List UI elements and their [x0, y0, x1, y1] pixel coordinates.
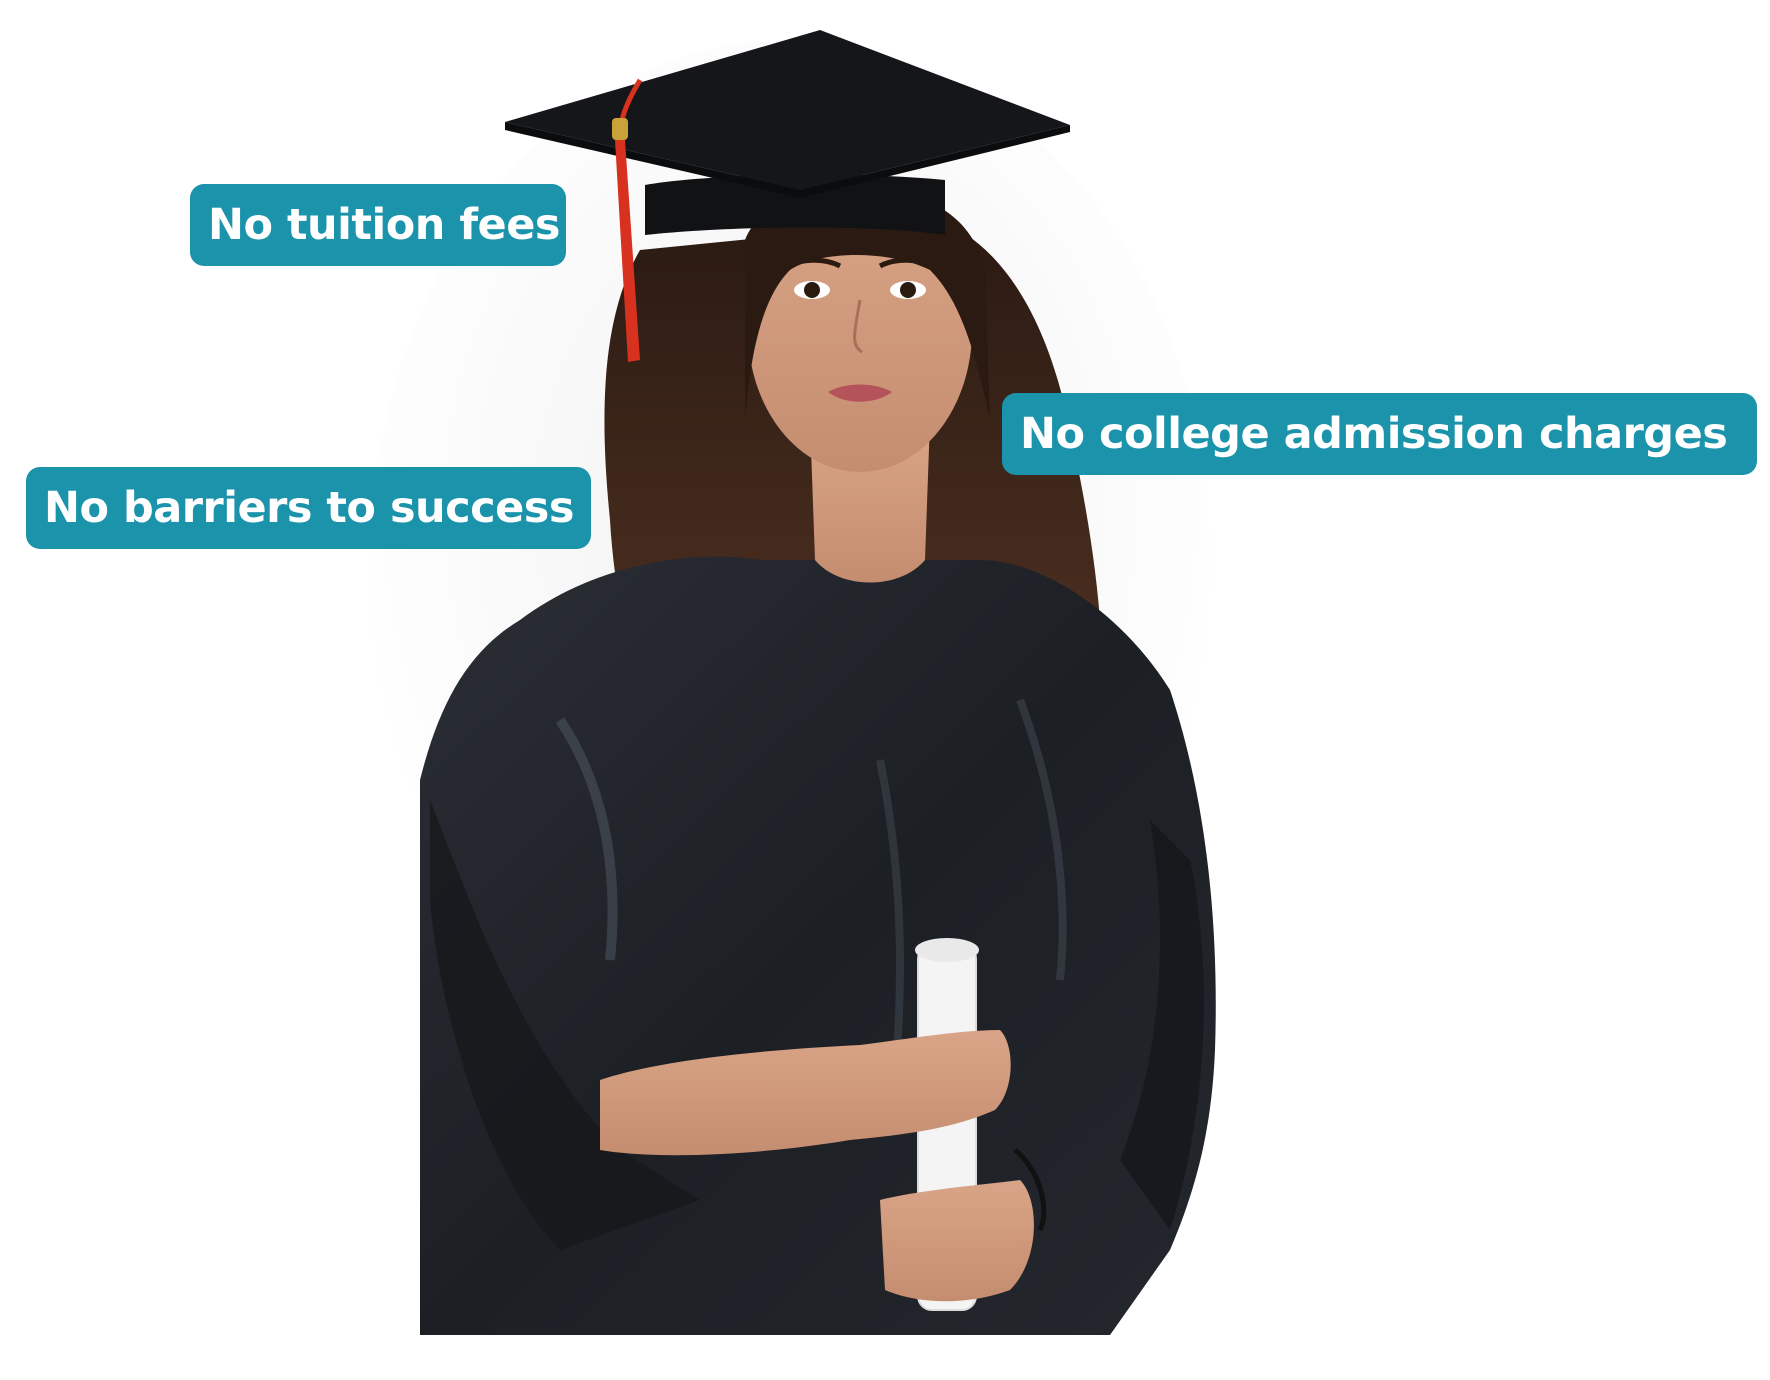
feature-badge-no-barriers: No barriers to success: [26, 467, 591, 549]
hero-image: No tuition fees No college admission cha…: [0, 0, 1770, 1380]
feature-badge-no-tuition-fees: No tuition fees: [190, 184, 566, 266]
hand-lower: [880, 1180, 1034, 1302]
feature-badge-no-admission-charges: No college admission charges: [1002, 393, 1757, 475]
